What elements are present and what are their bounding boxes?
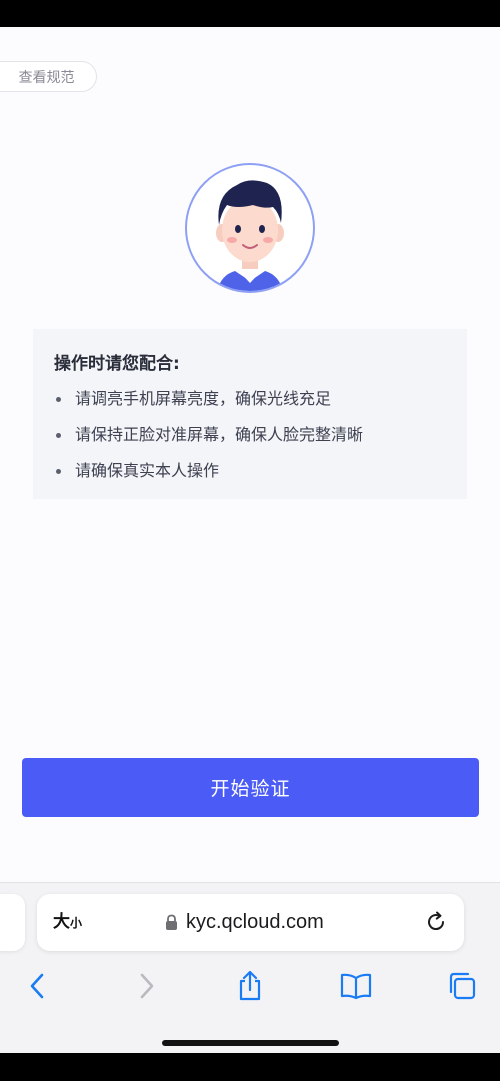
text-size-small-label: 小 bbox=[70, 916, 83, 930]
bullet-icon bbox=[56, 397, 61, 402]
avatar bbox=[185, 163, 315, 293]
bookmarks-icon[interactable] bbox=[340, 970, 372, 1002]
bullet-icon bbox=[56, 433, 61, 438]
forward-icon[interactable] bbox=[130, 970, 162, 1002]
url-display[interactable]: kyc.qcloud.com bbox=[165, 908, 324, 936]
text-size-big-label: 大 bbox=[53, 912, 70, 932]
share-icon[interactable] bbox=[234, 970, 266, 1002]
address-bar[interactable]: 大小 kyc.qcloud.com bbox=[37, 894, 464, 951]
url-text: kyc.qcloud.com bbox=[186, 910, 324, 933]
list-item: 请调亮手机屏幕亮度，确保光线充足 bbox=[33, 387, 363, 423]
instructions-list: 请调亮手机屏幕亮度，确保光线充足 请保持正脸对准屏幕，确保人脸完整清晰 请确保真… bbox=[33, 387, 363, 495]
view-spec-button[interactable]: 查看规范 bbox=[0, 61, 97, 92]
start-verification-label: 开始验证 bbox=[210, 778, 291, 800]
lock-icon bbox=[166, 914, 177, 930]
instruction-text: 请调亮手机屏幕亮度，确保光线充足 bbox=[75, 389, 332, 408]
bullet-icon bbox=[56, 469, 61, 474]
instructions-panel: 操作时请您配合: 请调亮手机屏幕亮度，确保光线充足 请保持正脸对准屏幕，确保人脸… bbox=[33, 329, 467, 499]
text-size-button[interactable]: 大小 bbox=[53, 910, 82, 935]
page-screen: 查看规范 操作时请您配合: 请调亮手机屏幕亮度，确保光线充足 请保持正脸对准屏幕… bbox=[0, 27, 500, 1053]
reload-icon[interactable] bbox=[424, 910, 448, 934]
tabs-icon[interactable] bbox=[446, 970, 478, 1002]
back-icon[interactable] bbox=[22, 970, 54, 1002]
list-item: 请确保真实本人操作 bbox=[33, 459, 363, 495]
instruction-text: 请确保真实本人操作 bbox=[75, 461, 220, 480]
previous-tab-preview[interactable] bbox=[0, 894, 25, 951]
instructions-title: 操作时请您配合: bbox=[54, 354, 180, 374]
home-indicator bbox=[162, 1040, 339, 1046]
view-spec-label: 查看规范 bbox=[18, 69, 75, 86]
avatar-illustration bbox=[216, 180, 284, 291]
instruction-text: 请保持正脸对准屏幕，确保人脸完整清晰 bbox=[75, 425, 364, 444]
list-item: 请保持正脸对准屏幕，确保人脸完整清晰 bbox=[33, 423, 363, 459]
start-verification-button[interactable]: 开始验证 bbox=[22, 758, 479, 817]
browser-bottom-bar: 大小 kyc.qcloud.com bbox=[0, 882, 500, 1053]
